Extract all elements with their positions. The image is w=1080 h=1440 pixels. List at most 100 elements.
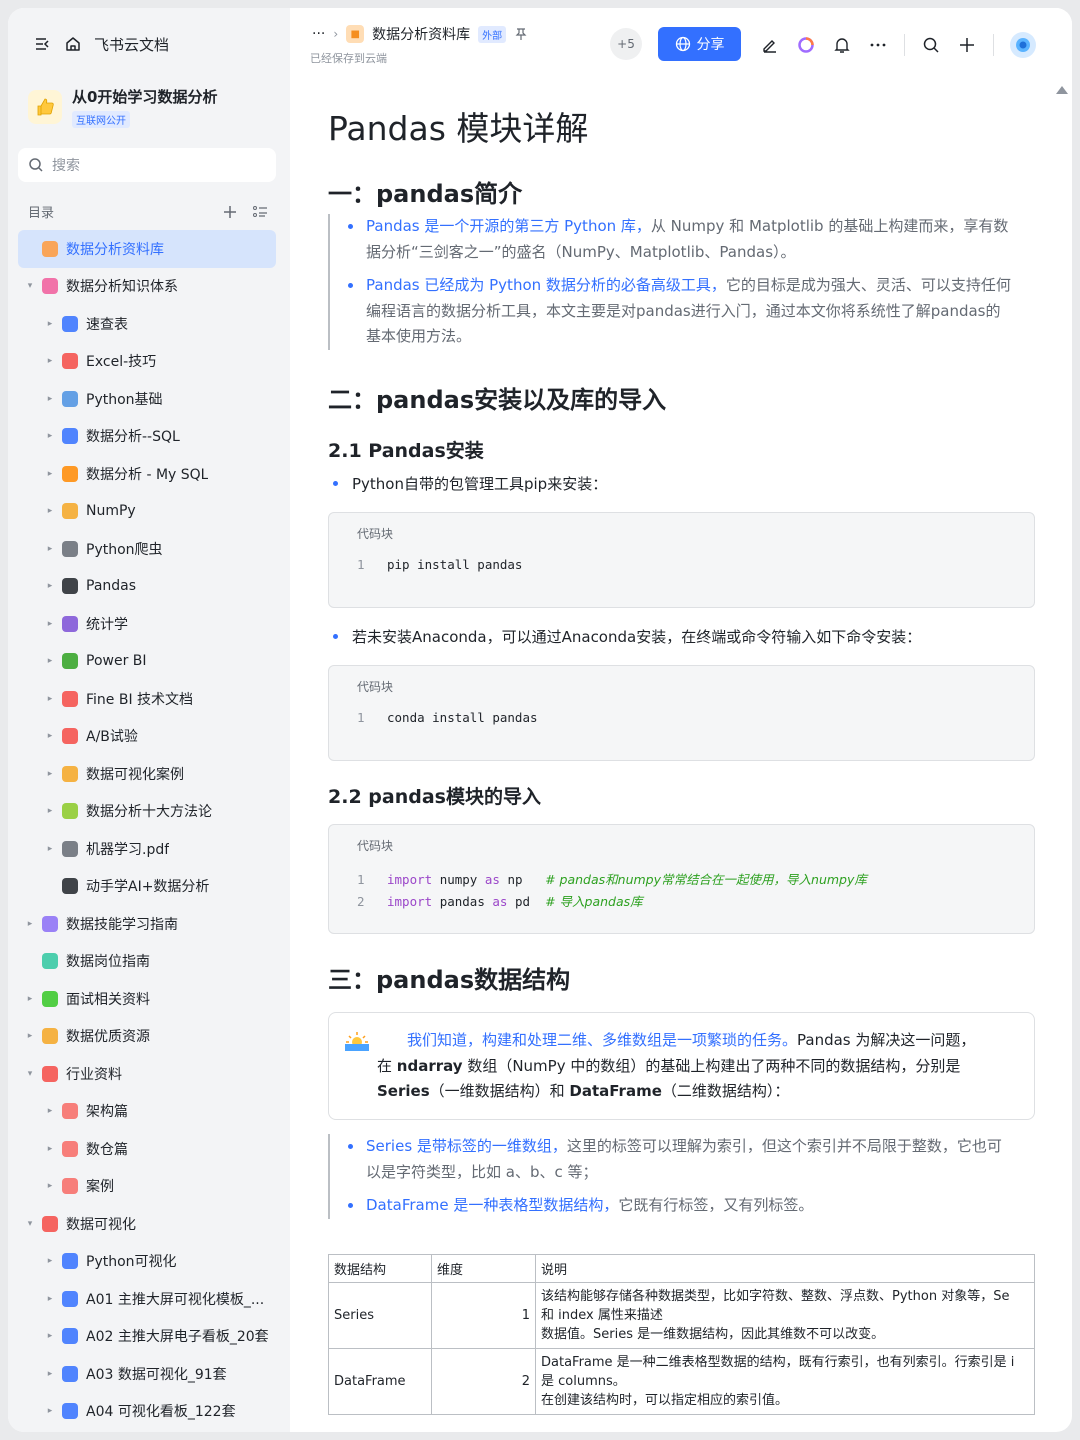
sidebar-item[interactable]: ▸ Fine BI 技术文档 <box>18 680 276 718</box>
sidebar-item[interactable]: ▸ NumPy <box>18 493 276 531</box>
sidebar-item[interactable]: ▸ 架构篇 <box>18 1093 276 1131</box>
sidebar-item[interactable]: ▸ 面试相关资料 <box>18 980 276 1018</box>
chevron-right-icon[interactable]: ▸ <box>42 1106 58 1116</box>
sidebar-item[interactable]: ▸ Python可视化 <box>18 1243 276 1281</box>
sidebar-item[interactable]: ▸ Python爬虫 <box>18 530 276 568</box>
sidebar-item[interactable]: ▸ A04 可视化看板_122套 <box>18 1393 276 1431</box>
chevron-right-icon[interactable]: ▸ <box>42 1181 58 1191</box>
sidebar-item[interactable]: 动手学AI+数据分析 <box>18 868 276 906</box>
chevron-down-icon[interactable]: ▾ <box>22 281 38 291</box>
chevron-right-icon[interactable]: ▸ <box>22 1031 38 1041</box>
sidebar-item-label: 数据岗位指南 <box>66 954 150 971</box>
chevron-right-icon[interactable]: ▸ <box>42 1144 58 1154</box>
search-placeholder: 搜索 <box>52 158 80 174</box>
sidebar-item[interactable]: ▸ 数据分析 - My SQL <box>18 455 276 493</box>
sidebar-item[interactable]: ▸ 机器学习.pdf <box>18 830 276 868</box>
magnifier-emoji-icon <box>62 315 78 332</box>
chevron-right-icon[interactable]: ▸ <box>42 694 58 704</box>
table-cell: 2 <box>431 1348 536 1415</box>
table-cell: Series <box>328 1282 432 1349</box>
breadcrumb-doc-title[interactable]: 数据分析资料库 <box>372 24 470 44</box>
bold-term: DataFrame <box>569 1082 662 1100</box>
sidebar-item[interactable]: ▸ 速查表 <box>18 305 276 343</box>
chevron-right-icon[interactable]: ▸ <box>42 431 58 441</box>
chevron-down-icon[interactable]: ▾ <box>22 1069 38 1079</box>
home-link[interactable]: 飞书云文档 <box>94 34 169 55</box>
code-line: 1 conda install pandas <box>357 710 538 725</box>
sidebar-item[interactable]: ▸ A02 主推大屏电子看板_20套 <box>18 1318 276 1356</box>
code-block[interactable]: 代码块 1 import numpy as np # pandas和numpy常常… <box>328 824 1035 934</box>
sidebar-item[interactable]: ▸ 数据分析--SQL <box>18 418 276 456</box>
search-icon[interactable] <box>921 35 941 55</box>
sidebar-item[interactable]: ▸ Excel-技巧 <box>18 343 276 381</box>
sidebar-item[interactable]: ▸ Power BI <box>18 643 276 681</box>
chevron-right-icon[interactable]: ▸ <box>42 769 58 779</box>
chevron-right-icon[interactable]: ▸ <box>42 1256 58 1266</box>
more-options-icon[interactable] <box>868 35 888 55</box>
sidebar-item-label: 数据分析十大方法论 <box>86 804 212 821</box>
chevron-right-icon[interactable]: ▸ <box>42 731 58 741</box>
chevron-right-icon[interactable]: ▸ <box>22 994 38 1004</box>
chevron-right-icon[interactable]: ▸ <box>42 806 58 816</box>
collapse-sidebar-icon[interactable] <box>34 35 52 53</box>
chevron-down-icon[interactable]: ▾ <box>22 1219 38 1229</box>
add-icon[interactable] <box>222 204 238 220</box>
sidebar-item[interactable]: ▸ 案例 <box>18 1168 276 1206</box>
sidebar-item[interactable]: ▸ 数据可视化案例 <box>18 755 276 793</box>
sidebar-item[interactable]: ▸ A01 主推大屏可视化模板_... <box>18 1280 276 1318</box>
chevron-right-icon[interactable]: ▸ <box>42 1331 58 1341</box>
sidebar-item[interactable]: ▸ 数据技能学习指南 <box>18 905 276 943</box>
plus-icon[interactable] <box>957 35 977 55</box>
chevron-right-icon[interactable]: ▸ <box>42 544 58 554</box>
list-item: 若未安装Anaconda，可以通过Anaconda安装，在终端或命令符输入如下命… <box>328 626 921 647</box>
chevron-right-icon[interactable]: ▸ <box>22 919 38 929</box>
chevron-right-icon[interactable]: ▸ <box>42 394 58 404</box>
chevron-right-icon[interactable]: ▸ <box>42 844 58 854</box>
space-visibility-badge: 互联网公开 <box>72 111 130 128</box>
chevron-right-icon[interactable]: ▸ <box>42 469 58 479</box>
sidebar-item[interactable]: ▸ 数据分析十大方法论 <box>18 793 276 831</box>
chevron-right-icon[interactable]: ▸ <box>42 619 58 629</box>
chevron-right-icon[interactable]: ▸ <box>42 319 58 329</box>
edit-icon[interactable] <box>760 35 780 55</box>
search-input[interactable]: 搜索 <box>18 148 276 182</box>
sidebar-item[interactable]: ▸ 数仓篇 <box>18 1130 276 1168</box>
sidebar-item[interactable]: ▸ Pandas <box>18 568 276 606</box>
code-block[interactable]: 代码块 1 conda install pandas <box>328 665 1035 761</box>
sidebar-item[interactable]: 数据分析资料库 <box>18 230 276 268</box>
sidebar-item[interactable]: ▸ 数据优质资源 <box>18 1018 276 1056</box>
scroll-up-icon[interactable] <box>1056 86 1068 94</box>
pin-icon[interactable] <box>514 27 528 41</box>
sidebar-item[interactable]: ▸ A03 数据可视化_91套 <box>18 1355 276 1393</box>
bullet-text: 编程语言的数据分析工具，本文主要是对pandas进行入门，通过本文你将系统性了解… <box>366 301 1001 320</box>
bell-icon[interactable] <box>832 35 852 55</box>
share-button[interactable]: 分享 <box>658 27 741 61</box>
chevron-right-icon[interactable]: ▸ <box>42 1294 58 1304</box>
pushpin-emoji-icon <box>62 690 78 707</box>
list-view-icon[interactable] <box>252 204 268 220</box>
chevron-right-icon[interactable]: ▸ <box>42 356 58 366</box>
collaborators-count[interactable]: +5 <box>610 28 642 60</box>
sidebar-item[interactable]: ▸ A/B试验 <box>18 718 276 756</box>
chevron-right-icon[interactable]: ▸ <box>42 656 58 666</box>
sidebar-item-label: 数据分析知识体系 <box>66 279 178 296</box>
breadcrumb-more[interactable]: ··· <box>312 26 325 42</box>
sidebar-item[interactable]: ▾ 数据分析知识体系 <box>18 268 276 306</box>
chevron-right-icon[interactable]: ▸ <box>42 581 58 591</box>
home-icon[interactable] <box>64 35 82 53</box>
avatar[interactable] <box>1010 32 1036 58</box>
chevron-right-icon[interactable]: ▸ <box>42 1406 58 1416</box>
sidebar-item[interactable]: 数据岗位指南 <box>18 943 276 981</box>
sidebar-item[interactable]: ▸ Python基础 <box>18 380 276 418</box>
sidebar-item[interactable]: ▾ 行业资料 <box>18 1055 276 1093</box>
sidebar-item[interactable]: ▾ 数据可视化 <box>18 1205 276 1243</box>
chevron-right-icon[interactable]: ▸ <box>42 506 58 516</box>
ai-assistant-icon[interactable] <box>796 35 816 55</box>
space-header[interactable]: 从0开始学习数据分析 互联网公开 <box>28 86 217 128</box>
sidebar-item-label: 数据优质资源 <box>66 1029 150 1046</box>
sidebar-item[interactable]: ▸ 统计学 <box>18 605 276 643</box>
sidebar-item-label: 架构篇 <box>86 1104 128 1121</box>
chevron-right-icon[interactable]: ▸ <box>42 1369 58 1379</box>
section-heading-install: 二：pandas安装以及库的导入 <box>328 386 667 414</box>
code-block[interactable]: 代码块 1 pip install pandas <box>328 512 1035 608</box>
